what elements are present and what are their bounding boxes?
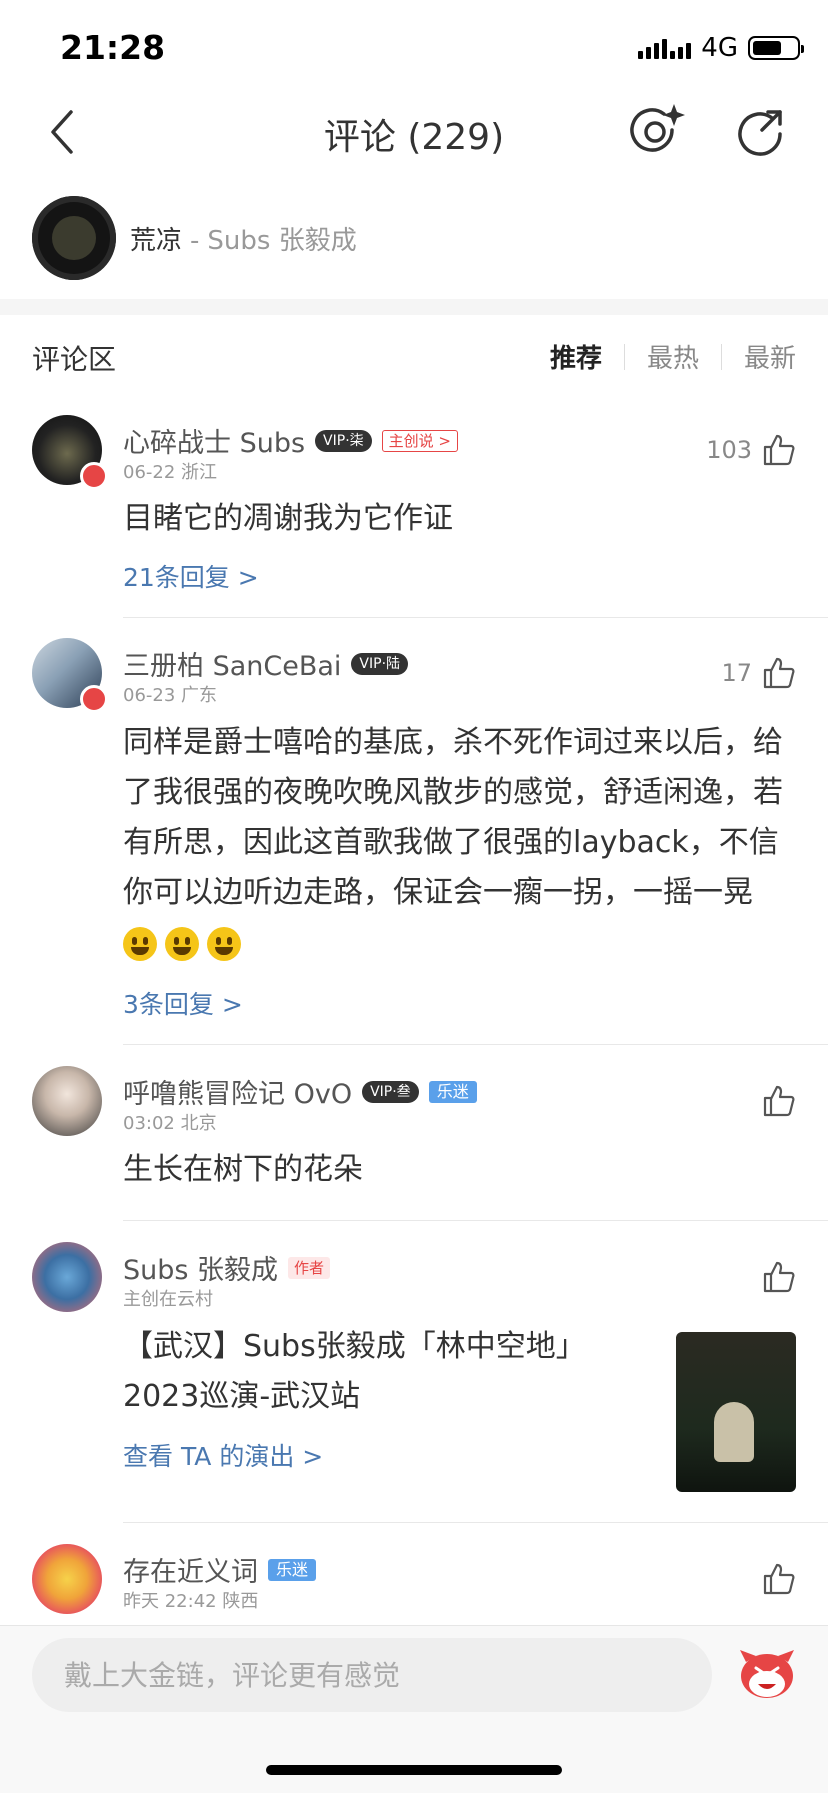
song-artist: Subs 张毅成 [207, 226, 357, 256]
comment-text: 生长在树下的花朵 [123, 1152, 363, 1187]
avatar[interactable] [32, 1066, 102, 1136]
smiley-emoji [207, 927, 241, 961]
page-title: 评论 (229) [323, 117, 505, 158]
share-icon [738, 110, 782, 156]
camera-sparkle-icon [630, 104, 685, 152]
emoji-row [123, 927, 249, 961]
home-indicator [266, 1765, 562, 1775]
verified-badge-icon [80, 685, 108, 713]
author-tag: 作者 [288, 1256, 331, 1279]
section-divider [0, 299, 828, 315]
share-button[interactable] [730, 104, 790, 160]
status-indicators: 4G [638, 33, 804, 63]
comment-username[interactable]: 三册柏 SanCeBai VIP·陆 [123, 644, 409, 683]
username-text: 存在近义词 [123, 1557, 258, 1588]
song-info[interactable]: 荒凉 - Subs 张毅成 [130, 220, 357, 257]
thumbs-up-icon [763, 1085, 795, 1117]
comment-text: 同样是爵士嘻哈的基底，杀不死作词过来以后，给了我很强的夜晚吹晚风散步的感觉，舒适… [123, 725, 783, 910]
smiley-emoji [123, 927, 157, 961]
sort-tabs: 推荐 最热 最新 [550, 338, 796, 375]
comment-username[interactable]: 心碎战士 Subs VIP·柒 主创说 > [123, 421, 458, 460]
song-title: 荒凉 [130, 226, 183, 256]
comment-username[interactable]: 呼噜熊冒险记 OvO VIP·叁 乐迷 [123, 1072, 477, 1111]
divider [123, 1044, 828, 1045]
network-label: 4G [701, 33, 738, 63]
comment-text: 【武汉】Subs张毅成「林中空地」2023巡演-武汉站 [123, 1329, 586, 1414]
comment-text: 目睹它的凋谢我为它作证 [123, 501, 453, 536]
like-count: 17 [721, 659, 752, 687]
username-text: 心碎战士 Subs [123, 428, 306, 459]
song-cover[interactable] [32, 196, 116, 280]
comment-meta: 06-23 广东 [123, 685, 218, 706]
comment-username[interactable]: Subs 张毅成 作者 [123, 1248, 331, 1287]
creator-tag[interactable]: 主创说 > [381, 429, 458, 452]
signal-icon [638, 37, 692, 59]
thumbs-up-icon [763, 434, 795, 466]
divider [123, 1522, 828, 1523]
mascot-button[interactable] [738, 1648, 796, 1702]
like-count: 103 [706, 436, 752, 464]
tab-recommended[interactable]: 推荐 [550, 338, 602, 375]
verified-badge-icon [80, 462, 108, 490]
divider [123, 1220, 828, 1221]
fan-tag: 乐迷 [268, 1558, 317, 1581]
comment-section-title: 评论区 [32, 343, 117, 376]
vip-badge: VIP·陆 [351, 652, 409, 675]
avatar[interactable] [32, 1242, 102, 1312]
replies-link[interactable]: 3条回复 > [123, 985, 243, 1021]
thumbs-up-icon [763, 1261, 795, 1293]
tab-newest[interactable]: 最新 [744, 338, 796, 375]
tab-hottest[interactable]: 最热 [647, 338, 699, 375]
comment-meta: 06-22 浙江 [123, 462, 218, 483]
fan-tag: 乐迷 [428, 1080, 477, 1103]
thumbs-up-icon [763, 657, 795, 689]
username-text: Subs 张毅成 [123, 1255, 279, 1286]
vip-badge: VIP·叁 [362, 1080, 419, 1103]
mascot-icon [740, 1650, 794, 1698]
concert-poster-image[interactable] [676, 1332, 796, 1492]
song-separator: - [190, 226, 200, 256]
username-text: 三册柏 SanCeBai [123, 651, 342, 682]
like-button[interactable]: 103 [706, 433, 796, 467]
smiley-emoji [165, 927, 199, 961]
battery-icon [748, 36, 804, 60]
vip-badge: VIP·柒 [315, 429, 372, 452]
thumbs-up-icon [763, 1563, 795, 1595]
camera-button[interactable] [628, 100, 688, 160]
comment-username[interactable]: 存在近义词 乐迷 [123, 1550, 317, 1589]
avatar[interactable] [32, 1544, 102, 1614]
show-performance-link[interactable]: 查看 TA 的演出 > [123, 1437, 323, 1473]
like-button[interactable] [752, 1260, 796, 1294]
comment-meta: 昨天 22:42 陕西 [123, 1591, 259, 1612]
comment-input[interactable] [32, 1638, 712, 1712]
like-button[interactable] [752, 1084, 796, 1118]
like-button[interactable] [752, 1562, 796, 1596]
replies-link[interactable]: 21条回复 > [123, 558, 259, 594]
like-button[interactable]: 17 [721, 656, 796, 690]
comment-meta: 03:02 北京 [123, 1113, 217, 1134]
status-time: 21:28 [60, 28, 166, 67]
comment-meta: 主创在云村 [123, 1289, 213, 1310]
divider [123, 617, 828, 618]
username-text: 呼噜熊冒险记 OvO [123, 1079, 353, 1110]
